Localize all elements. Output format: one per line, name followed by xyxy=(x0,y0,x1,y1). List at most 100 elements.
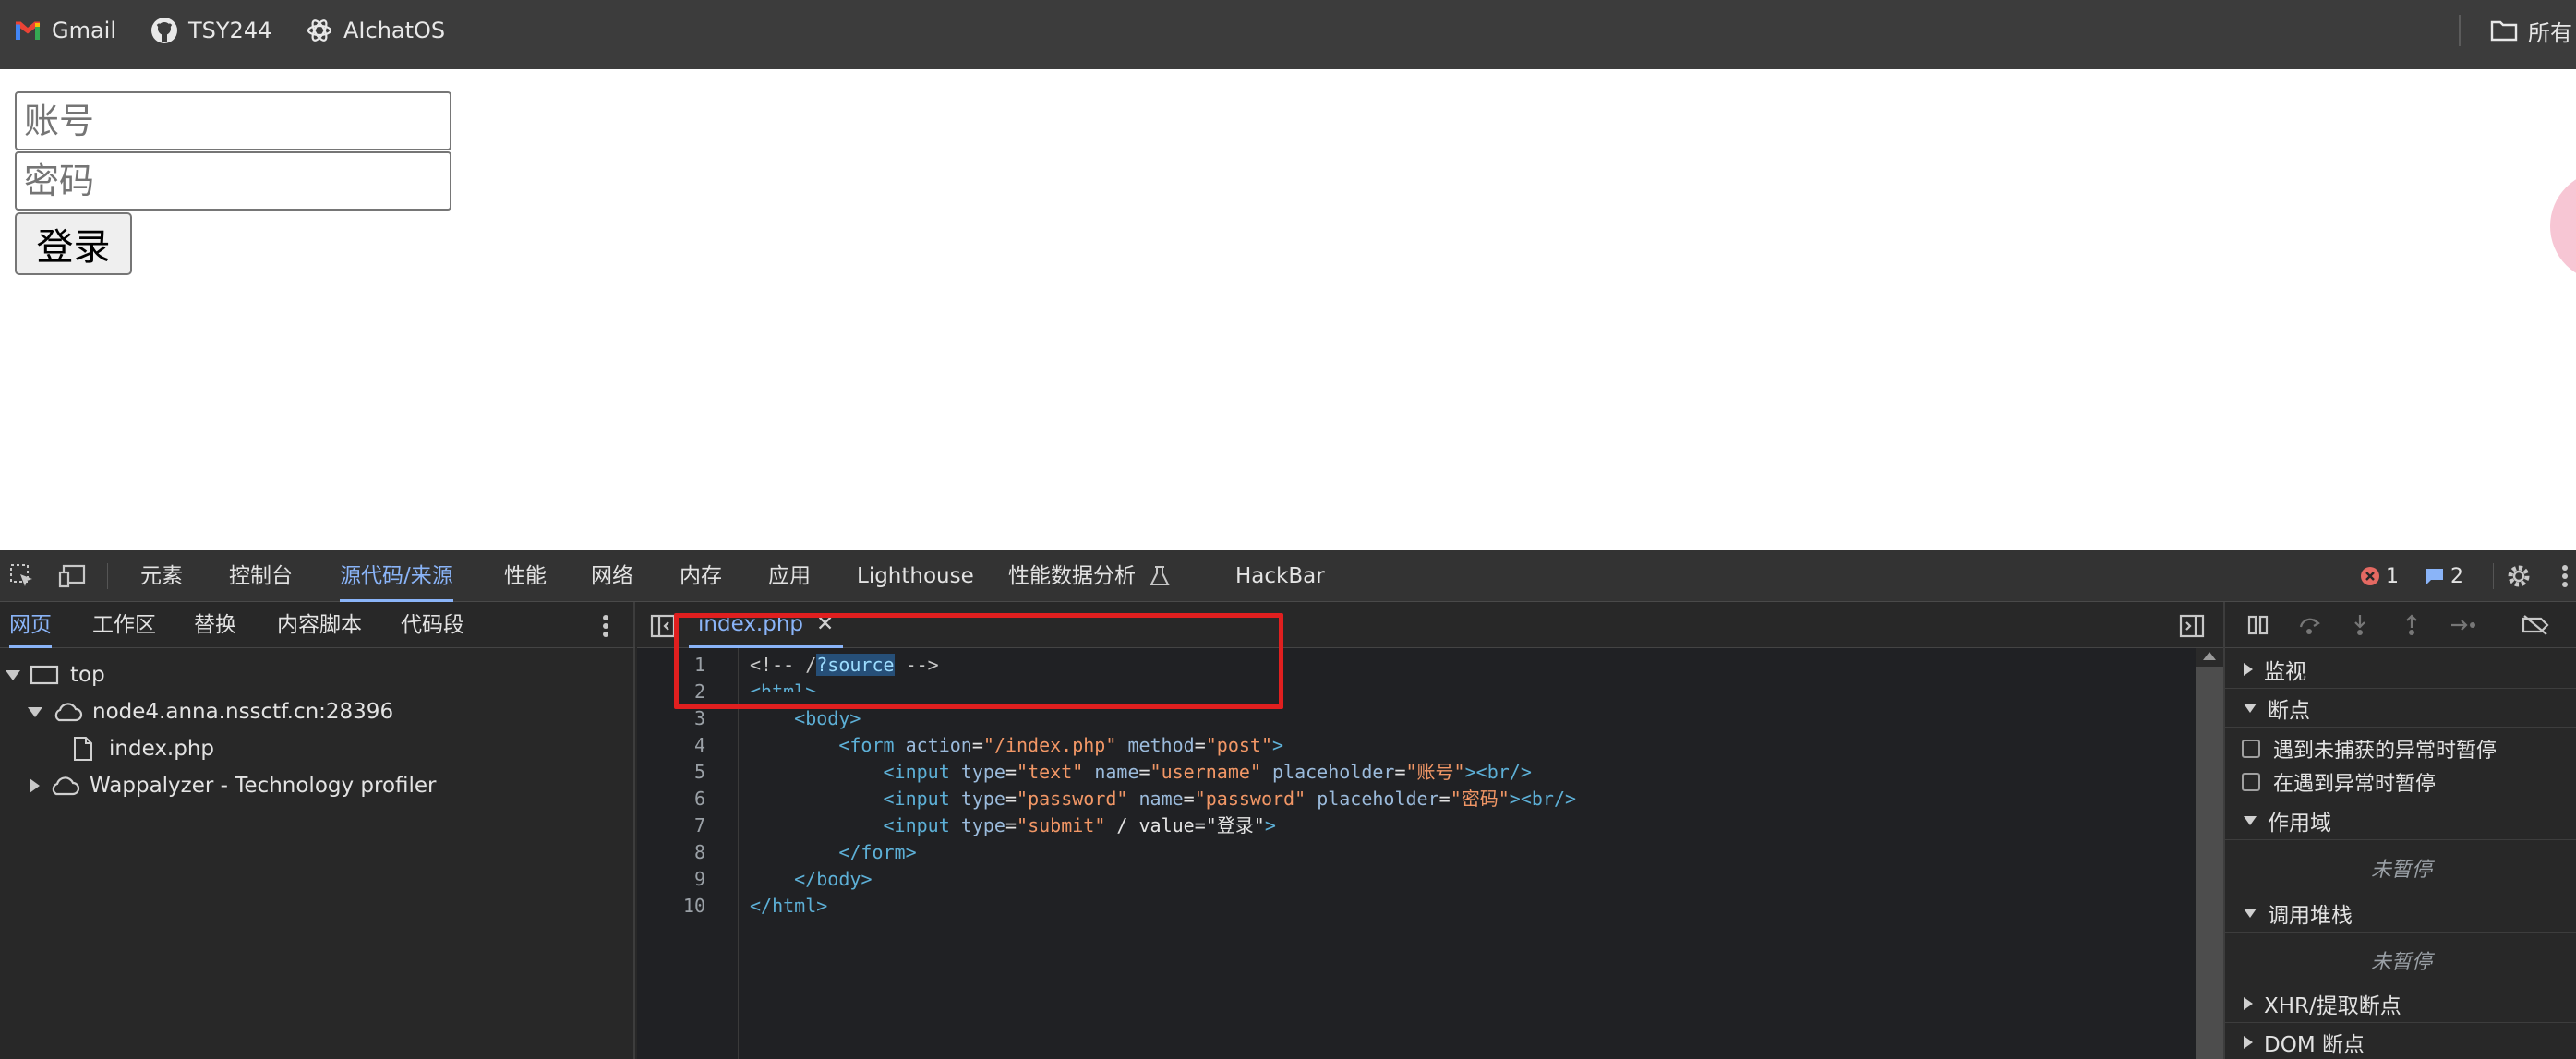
line-number[interactable]: 6 xyxy=(637,786,705,812)
section-call-stack[interactable]: 调用堆栈 xyxy=(2225,894,2576,933)
device-toolbar-icon[interactable] xyxy=(57,561,87,591)
code-token: "登录" xyxy=(1205,814,1265,836)
nav-tab-content-scripts[interactable]: 内容脚本 xyxy=(277,602,362,648)
code-token: input xyxy=(894,761,950,783)
tab-sources[interactable]: 源代码/来源 xyxy=(340,550,453,602)
tab-lighthouse[interactable]: Lighthouse xyxy=(857,550,974,602)
tree-item-label: index.php xyxy=(109,737,215,761)
code-token: html xyxy=(772,895,817,917)
tab-hackbar[interactable]: HackBar xyxy=(1235,550,1325,602)
tree-item-extension[interactable]: Wappalyzer - Technology profiler xyxy=(30,768,437,803)
github-icon xyxy=(150,16,179,45)
section-watch[interactable]: 监视 xyxy=(2225,650,2576,689)
tree-item-domain[interactable]: node4.anna.nssctf.cn:28396 xyxy=(28,694,393,729)
password-input[interactable] xyxy=(15,151,451,211)
step-into-icon[interactable] xyxy=(2345,610,2375,640)
section-xhr-breakpoints[interactable]: XHR/提取断点 xyxy=(2225,984,2576,1023)
section-breakpoints[interactable]: 断点 xyxy=(2225,689,2576,728)
message-counter[interactable]: 2 xyxy=(2425,561,2498,591)
code-token: "账号" xyxy=(1405,761,1465,783)
checkbox-label: 遇到未捕获的异常时暂停 xyxy=(2273,740,2498,763)
line-number[interactable]: 7 xyxy=(637,812,705,839)
editor-scrollbar-thumb[interactable] xyxy=(2196,667,2223,1059)
tree-item-file[interactable]: index.php xyxy=(72,731,214,766)
chevron-down-icon xyxy=(28,706,42,717)
toggle-debugger-icon[interactable] xyxy=(2177,611,2207,641)
tab-console[interactable]: 控制台 xyxy=(229,550,293,602)
deactivate-breakpoints-icon[interactable] xyxy=(2521,610,2550,640)
code-line[interactable]: </form> xyxy=(750,839,916,866)
bookmark-label: 所有 xyxy=(2528,19,2572,46)
nav-tab-snippets[interactable]: 代码段 xyxy=(401,602,464,648)
step-out-icon[interactable] xyxy=(2397,610,2426,640)
code-line[interactable]: <form action="/index.php" method="post"> xyxy=(750,732,1283,759)
devtools-tabbar: 元素 控制台 源代码/来源 性能 网络 内存 应用 Lighthouse 性能数… xyxy=(0,550,2576,602)
chevron-right-icon xyxy=(30,778,40,793)
code-token: form xyxy=(849,734,895,756)
section-dom-breakpoints[interactable]: DOM 断点 xyxy=(2225,1023,2576,1059)
flask-icon xyxy=(1145,561,1174,591)
code-token: body xyxy=(805,707,850,729)
code-token: input xyxy=(894,788,950,810)
bookmark-all-folder[interactable]: 所有 xyxy=(2489,15,2572,46)
code-line[interactable]: <input type="submit" / value="登录"> xyxy=(750,812,1276,839)
floating-assistant-bubble[interactable] xyxy=(2550,171,2576,282)
bookmarks-bar: Gmail TSY244 AIchatOS 所有 xyxy=(0,0,2576,69)
login-button[interactable]: 登录 xyxy=(15,212,132,275)
code-line[interactable]: </html> xyxy=(750,893,827,920)
code-token: placeholder xyxy=(1317,788,1439,810)
bookmark-label: Gmail xyxy=(52,18,117,43)
section-title: 调用堆栈 xyxy=(2268,903,2353,928)
scroll-up-arrow-icon[interactable] xyxy=(2203,652,2216,660)
line-number[interactable]: 4 xyxy=(637,732,705,759)
chevron-down-icon xyxy=(6,669,20,680)
code-line[interactable]: </body> xyxy=(750,866,872,893)
code-token: type xyxy=(960,761,1005,783)
code-token: "post" xyxy=(1205,734,1272,756)
pause-uncaught-checkbox[interactable] xyxy=(2242,740,2260,758)
page-viewport: 登录 xyxy=(0,69,2576,550)
tree-item-top[interactable]: top xyxy=(6,657,105,692)
chevron-right-icon xyxy=(2244,996,2253,1010)
pause-uncaught-checkbox-row[interactable]: 遇到未捕获的异常时暂停 xyxy=(2242,733,2497,764)
tab-memory[interactable]: 内存 xyxy=(680,550,722,602)
code-token: "submit" xyxy=(1017,814,1106,836)
tab-application[interactable]: 应用 xyxy=(768,550,811,602)
account-input[interactable] xyxy=(15,91,451,150)
more-options-icon[interactable] xyxy=(591,611,620,641)
pause-icon[interactable] xyxy=(2244,610,2273,640)
inspect-element-icon[interactable] xyxy=(7,561,37,591)
bookmark-aichatos[interactable]: AIchatOS xyxy=(305,15,445,46)
line-number[interactable]: 10 xyxy=(637,893,705,920)
tab-network[interactable]: 网络 xyxy=(591,550,633,602)
tab-elements[interactable]: 元素 xyxy=(140,550,183,602)
code-token: action xyxy=(905,734,972,756)
nav-tab-page[interactable]: 网页 xyxy=(9,602,52,648)
code-line[interactable]: <input type="password" name="password" p… xyxy=(750,786,1577,812)
error-counter[interactable]: 1 xyxy=(2360,561,2434,591)
code-token: name xyxy=(1094,761,1139,783)
section-title: 监视 xyxy=(2264,659,2306,684)
code-line[interactable]: <input type="text" name="username" place… xyxy=(750,759,1532,786)
bookmark-tsy244[interactable]: TSY244 xyxy=(150,15,271,46)
gear-icon[interactable] xyxy=(2504,561,2534,591)
code-line[interactable]: <body> xyxy=(750,705,861,732)
nav-tab-overrides[interactable]: 替换 xyxy=(194,602,236,648)
nav-tab-workspace[interactable]: 工作区 xyxy=(92,602,156,648)
line-number[interactable]: 8 xyxy=(637,839,705,866)
more-options-icon[interactable] xyxy=(2554,561,2576,591)
pause-caught-checkbox-row[interactable]: 在遇到异常时暂停 xyxy=(2242,766,2436,798)
line-number[interactable]: 9 xyxy=(637,866,705,893)
section-scope[interactable]: 作用域 xyxy=(2225,801,2576,840)
tab-performance[interactable]: 性能 xyxy=(504,550,547,602)
step-icon[interactable] xyxy=(2449,610,2478,640)
bookmark-gmail[interactable]: Gmail xyxy=(13,15,116,46)
chevron-down-icon xyxy=(2244,908,2257,918)
pause-caught-checkbox[interactable] xyxy=(2242,773,2260,791)
line-number[interactable]: 3 xyxy=(637,705,705,732)
code-token: / xyxy=(1105,814,1139,836)
step-over-icon[interactable] xyxy=(2295,610,2325,640)
tab-performance-insights[interactable]: 性能数据分析 xyxy=(1008,550,1136,602)
line-number[interactable]: 5 xyxy=(637,759,705,786)
highlight-annotation-box xyxy=(674,613,1283,709)
